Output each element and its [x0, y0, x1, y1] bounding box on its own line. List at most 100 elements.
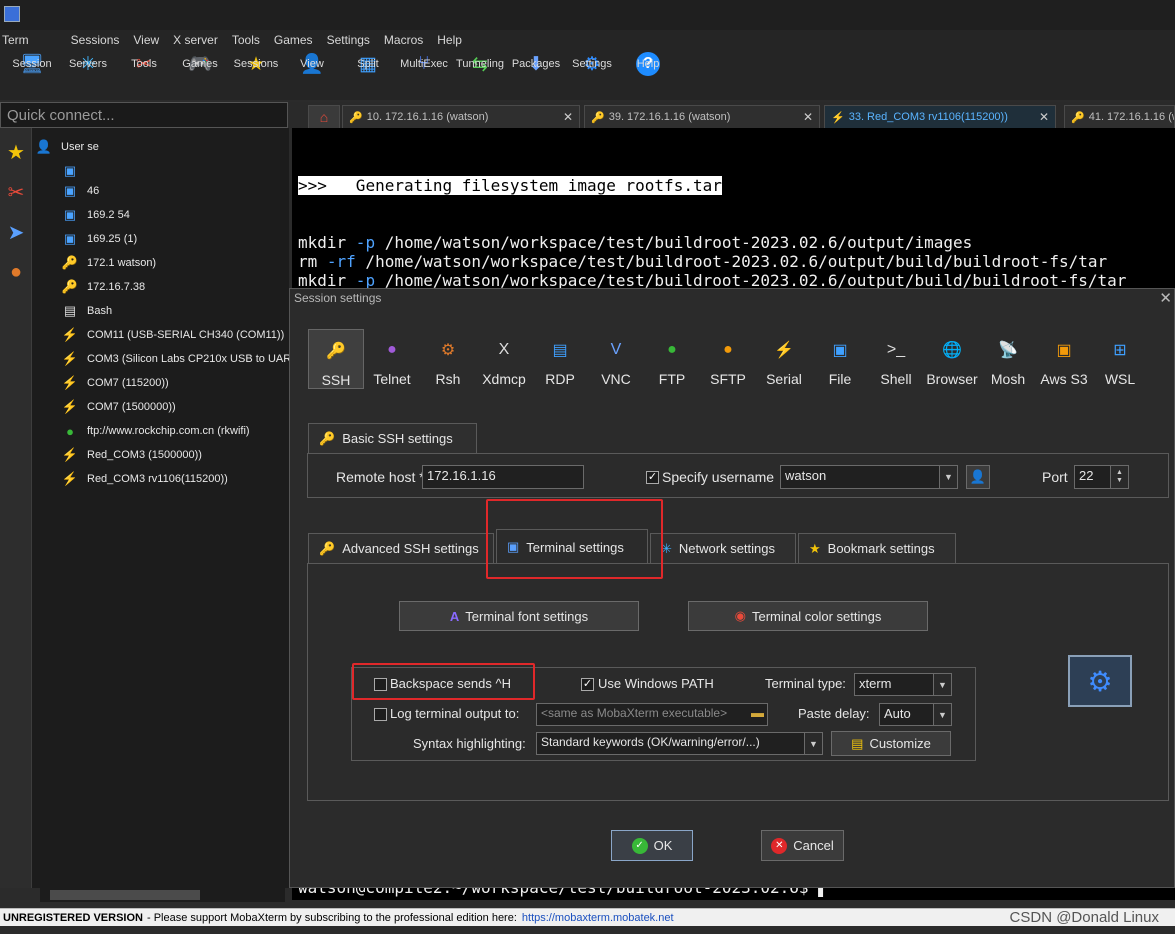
protocol-aws-s3-button[interactable]: ▣ Aws S3 — [1036, 329, 1092, 389]
tree-session-item[interactable]: ⚡ COM7 (115200)) — [60, 372, 169, 394]
menu-term[interactable]: Term — [2, 30, 29, 48]
close-tab-icon[interactable]: ✕ — [803, 110, 813, 124]
protocol-file-button[interactable]: ▣ File — [812, 329, 868, 389]
toolbar-games-button[interactable]: 🎮 Games — [172, 48, 228, 100]
menu-tools[interactable]: Tools — [232, 30, 260, 48]
app-icon[interactable] — [4, 6, 20, 22]
protocol-ssh-button[interactable]: 🔑 SSH — [308, 329, 364, 389]
specify-username-checkbox[interactable]: ✓ — [646, 471, 659, 484]
port-spinner[interactable]: 22 ▲ ▼ — [1074, 465, 1129, 489]
tree-session-item[interactable]: 🔑 172.16.7.38 — [60, 276, 145, 298]
cancel-button[interactable]: ✕ Cancel — [761, 830, 844, 861]
folder-icon[interactable]: ▬ — [751, 705, 764, 720]
tools-icon[interactable]: ✂ — [0, 172, 32, 212]
protocol-telnet-button[interactable]: ● Telnet — [364, 329, 420, 389]
spinner-arrows-icon: ▲ ▼ — [1110, 466, 1128, 488]
mobatek-link[interactable]: https://mobaxterm.mobatek.net — [522, 912, 674, 924]
tab-session-39[interactable]: 🔑 39. 172.16.1.16 (watson) ✕ — [584, 105, 820, 128]
use-windows-path-label: Use Windows PATH — [598, 676, 714, 691]
macro-icon[interactable]: ● — [0, 252, 32, 292]
menu-view[interactable]: View — [133, 30, 159, 48]
toolbar-tools-button[interactable]: ✂ Tools — [116, 48, 172, 100]
protocol-label: File — [828, 371, 852, 387]
terminal-type-select[interactable]: xterm ▼ — [854, 673, 952, 696]
tab-session-41[interactable]: 🔑 41. 172.16.1.16 (w — [1064, 105, 1175, 128]
tab-advanced-ssh-settings[interactable]: 🔑 Advanced SSH settings — [308, 533, 494, 563]
customize-button[interactable]: ▤ Customize — [831, 731, 951, 756]
ftp-icon: ● — [667, 341, 677, 358]
protocol-xdmcp-button[interactable]: X Xdmcp — [476, 329, 532, 389]
tree-session-item[interactable]: ⚡ COM11 (USB-SERIAL CH340 (COM11)) — [60, 324, 284, 346]
toolbar-sessions-button[interactable]: ★ Sessions — [228, 48, 284, 100]
vnc-icon: V — [610, 341, 622, 358]
protocol-mosh-button[interactable]: 📡 Mosh — [980, 329, 1036, 389]
tree-session-item[interactable]: ● ftp://www.rockchip.com.cn (rkwifi) — [60, 420, 250, 442]
protocol-wsl-button[interactable]: ⊞ WSL — [1092, 329, 1148, 389]
tab-basic-ssh-settings[interactable]: 🔑 Basic SSH settings — [308, 423, 477, 453]
tree-session-item[interactable]: ⚡ COM3 (Silicon Labs CP210x USB to UART — [60, 348, 298, 370]
use-windows-path-checkbox[interactable]: ✓ — [581, 678, 594, 691]
file-icon: ▣ — [832, 342, 848, 359]
tree-session-item[interactable]: ⚡ Red_COM3 rv1106(115200)) — [60, 468, 228, 490]
protocol-rsh-button[interactable]: ⚙ Rsh — [420, 329, 476, 389]
toolbar-help-button[interactable]: ? Help — [620, 48, 676, 100]
ok-button[interactable]: ✓ OK — [611, 830, 693, 861]
toolbar-tunneling-button[interactable]: ⇆ Tunneling — [452, 48, 508, 100]
tab-home[interactable]: ⌂ — [308, 105, 340, 128]
tab-session-10[interactable]: 🔑 10. 172.16.1.16 (watson) ✕ — [342, 105, 580, 128]
tree-session-item[interactable]: ▣ 169.25 (1) — [60, 228, 137, 250]
quick-connect-input[interactable]: Quick connect... — [0, 102, 288, 128]
close-tab-icon[interactable]: ✕ — [1039, 110, 1049, 124]
paste-delay-select[interactable]: Auto ▼ — [879, 703, 952, 726]
tree-root-user-sessions[interactable]: 👤 User se — [34, 136, 99, 158]
favorites-star-icon[interactable]: ★ — [0, 132, 32, 172]
tab-session-33[interactable]: ⚡ 33. Red_COM3 rv1106(115200)) ✕ — [824, 105, 1056, 128]
tree-session-item[interactable]: 🔑 172.1 watson) — [60, 252, 156, 274]
menu-x-server[interactable]: X server — [173, 30, 218, 48]
toolbar-split-button[interactable]: ▦ Split — [340, 48, 396, 100]
syntax-highlighting-select[interactable]: Standard keywords (OK/warning/error/...)… — [536, 732, 823, 755]
protocol-ftp-button[interactable]: ● FTP — [644, 329, 700, 389]
log-terminal-output-checkbox[interactable] — [374, 708, 387, 721]
menu-sessions[interactable]: Sessions — [71, 30, 120, 48]
send-icon[interactable]: ➤ — [0, 212, 32, 252]
toolbar-settings-button[interactable]: ⚙ Settings — [564, 48, 620, 100]
toolbar-packages-button[interactable]: ⬇ Packages — [508, 48, 564, 100]
terminal-color-settings-button[interactable]: ◉ Terminal color settings — [688, 601, 928, 631]
tree-session-item[interactable]: ▤ Bash — [60, 300, 112, 322]
tree-horizontal-scrollbar[interactable] — [40, 888, 285, 902]
tree-session-item[interactable]: ▣ 169.2 54 — [60, 204, 130, 226]
protocol-rdp-button[interactable]: ▤ RDP — [532, 329, 588, 389]
ftp-icon: ● — [66, 423, 74, 439]
user-manager-button[interactable]: 👤 — [966, 465, 990, 489]
toolbar-session-button[interactable]: 🖥 Session — [4, 48, 60, 100]
toolbar-multiexec-button[interactable]: ⑂ MultiExec — [396, 48, 452, 100]
protocol-sftp-button[interactable]: ● SFTP — [700, 329, 756, 389]
log-output-path-input[interactable]: <same as MobaXterm executable> ▬ — [536, 703, 768, 726]
protocol-serial-button[interactable]: ⚡ Serial — [756, 329, 812, 389]
username-select[interactable]: watson ▼ — [780, 465, 958, 489]
tree-session-item[interactable]: ⚡ Red_COM3 (1500000)) — [60, 444, 202, 466]
tree-session-item[interactable]: ▣ — [60, 160, 87, 182]
protocol-shell-button[interactable]: >_ Shell — [868, 329, 924, 389]
menu-settings[interactable]: Settings — [327, 30, 370, 48]
remote-host-input[interactable]: 172.16.1.16 — [422, 465, 584, 489]
menu-macros[interactable]: Macros — [384, 30, 423, 48]
toolbar-view-button[interactable]: 👤 View — [284, 48, 340, 100]
close-icon[interactable]: ✕ — [1159, 289, 1172, 307]
tree-session-item[interactable]: ⚡ COM7 (1500000)) — [60, 396, 176, 418]
serial-icon: ⚡ — [61, 399, 79, 414]
protocol-vnc-button[interactable]: V VNC — [588, 329, 644, 389]
tree-session-item[interactable]: ▣ 46 — [60, 180, 99, 202]
menu-help[interactable]: Help — [437, 30, 462, 48]
tab-network-settings[interactable]: ✳ Network settings — [650, 533, 796, 563]
terminal-output[interactable]: >>> Generating filesystem image rootfs.t… — [292, 128, 1175, 290]
protocol-browser-button[interactable]: 🌐 Browser — [924, 329, 980, 389]
terminal-font-settings-button[interactable]: A Terminal font settings — [399, 601, 639, 631]
tab-bookmark-settings[interactable]: ★ Bookmark settings — [798, 533, 956, 563]
toolbar-servers-button[interactable]: ✳ Servers — [60, 48, 116, 100]
status-bar: UNREGISTERED VERSION - Please support Mo… — [0, 908, 1175, 926]
menu-games[interactable]: Games — [274, 30, 313, 48]
close-tab-icon[interactable]: ✕ — [563, 110, 573, 124]
shell-icon: >_ — [886, 341, 906, 358]
